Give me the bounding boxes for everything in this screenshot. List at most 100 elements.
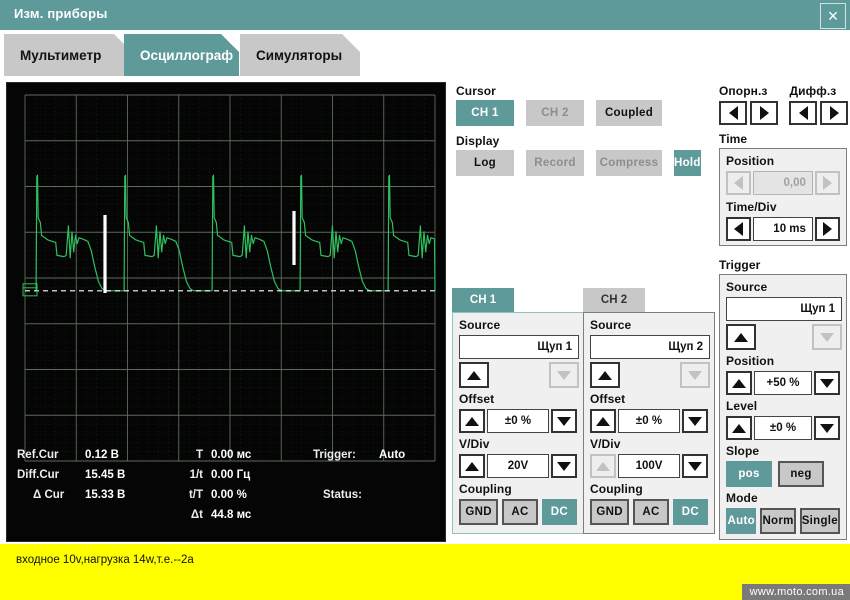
time-div-increment[interactable] [814,217,841,241]
channel-1-offset-down[interactable] [551,409,577,433]
channel-1-panel: CH 1 Source Щуп 1 Offset ±0 % V/Div 20V Couplin… [452,288,584,534]
channel-tab-label: CH 2 [600,294,628,306]
ref-next-button[interactable] [750,101,778,125]
trigger-slope-neg[interactable]: neg [778,461,824,487]
time-position-increment[interactable] [814,171,841,195]
trigger-position-up[interactable] [726,371,752,395]
display-button-log[interactable]: Log [456,150,514,176]
trigger-level-up[interactable] [726,416,752,440]
note-text: входное 10v,нагрузка 14w,т.е.--2a [16,554,194,566]
main-tab-bar: Мультиметр Осциллограф Симуляторы [0,30,850,80]
trigger-mode-auto[interactable]: Auto [726,508,757,534]
channel-2-panel: CH 2 Source Щуп 2 Offset ±0 % V/Div 100V Coupli… [583,288,715,534]
display-section: Display [456,134,499,148]
button-label: GND [596,506,623,518]
readout-time-label: 1/t [189,469,203,481]
trigger-position-value: +50 % [753,371,813,395]
trigger-level-down[interactable] [814,416,840,440]
diff-prev-button[interactable] [789,101,817,125]
trigger-slope-label: Slope [726,444,760,458]
cursor-button-ch-1[interactable]: CH 1 [456,100,514,126]
channel-2-coupling-label: Coupling [590,482,643,496]
channel-2-coupling-ac[interactable]: AC [633,499,669,525]
nav-arrows-section: Опорн.з Дифф.з [719,84,848,125]
trigger-section-label: Trigger [719,258,761,272]
channel-2-offset-value: ±0 % [618,409,680,433]
cursor-button-ch-2[interactable]: CH 2 [526,100,584,126]
trigger-slope-row: pos neg [726,461,840,487]
time-position-decrement[interactable] [726,171,752,195]
close-icon[interactable]: × [820,3,846,29]
ref-nav-label: Опорн.з [719,84,768,98]
tab-3[interactable]: Симуляторы [240,34,360,76]
channel-1-vdiv-up[interactable] [459,454,485,478]
readout-value: 15.45 В [85,469,126,481]
channel-1-source-down[interactable] [549,362,579,388]
button-label: GND [465,506,492,518]
channel-2-vdiv-down[interactable] [682,454,708,478]
readout-status-label: Status: [323,489,362,501]
note-bar: входное 10v,нагрузка 14w,т.е.--2a www.mo… [0,544,850,600]
diff-next-button[interactable] [820,101,848,125]
trigger-mode-single[interactable]: Single [799,508,840,534]
channel-2-offset-up[interactable] [590,409,616,433]
channel-2-vdiv-label: V/Div [590,437,621,451]
ref-prev-button[interactable] [719,101,747,125]
channel-1-offset-up[interactable] [459,409,485,433]
channel-1-vdiv-down[interactable] [551,454,577,478]
channel-1-coupling-dc[interactable]: DC [541,499,578,525]
readout-time-value: 0.00 Гц [211,469,251,481]
trigger-group: Source Щуп 1 Position +50 % Level ±0 % S… [719,274,847,540]
channel-1-body: Source Щуп 1 Offset ±0 % V/Div 20V Coupling GND… [452,312,584,534]
tab-label: Симуляторы [256,47,343,63]
readout-label: Ref.Cur [17,449,59,461]
channel-tab-label: CH 1 [469,294,497,306]
time-section-label-wrap: Time [719,132,747,146]
cursor-button-row: CH 1 CH 2 Coupled [456,100,662,126]
time-div-label: Time/Div [726,200,777,214]
display-button-record[interactable]: Record [526,150,584,176]
trigger-slope-pos[interactable]: pos [726,461,772,487]
tab-1[interactable]: Мультиметр [4,34,132,76]
button-label: CH 1 [471,107,499,119]
channel-1-coupling-ac[interactable]: AC [502,499,538,525]
button-label: Single [801,515,838,527]
display-button-hold[interactable]: Hold [674,150,701,176]
channel-1-coupling-gnd[interactable]: GND [459,499,499,525]
trigger-section-label-wrap: Trigger [719,258,760,272]
trigger-source-value: Щуп 1 [726,297,842,321]
oscilloscope-screen[interactable]: Ref.Cur 0.12 В Diff.Cur 15.45 В Δ Cur 15.33 В… [6,82,446,542]
trigger-source-up[interactable] [726,324,756,350]
display-button-compress[interactable]: Compress [596,150,662,176]
channel-2-body: Source Щуп 2 Offset ±0 % V/Div 100V Coupling GN… [583,312,715,534]
channel-2-source-value: Щуп 2 [590,335,710,359]
channel-2-vdiv-up[interactable] [590,454,616,478]
channel-2-source-up[interactable] [590,362,620,388]
tab-label: Осциллограф [140,47,234,63]
time-div-decrement[interactable] [726,217,752,241]
diff-nav-label: Дифф.з [789,84,837,98]
trigger-position-down[interactable] [814,371,840,395]
channel-2-tab[interactable]: CH 2 [583,288,645,312]
trigger-mode-norm[interactable]: Norm [760,508,796,534]
button-label: Auto [727,515,755,527]
button-label: Compress [599,157,659,169]
channel-1-tab[interactable]: CH 1 [452,288,514,312]
trigger-level-label: Level [726,399,758,413]
channel-2-coupling-gnd[interactable]: GND [590,499,630,525]
display-section-label: Display [456,134,500,148]
trigger-source-down[interactable] [812,324,842,350]
readout-label: Δ Cur [33,489,65,501]
button-label: AC [642,506,660,518]
trigger-source-label: Source [726,280,768,294]
cursor-button-coupled[interactable]: Coupled [596,100,662,126]
channel-1-offset-label: Offset [459,392,495,406]
channel-2-source-down[interactable] [680,362,710,388]
channel-2-offset-down[interactable] [682,409,708,433]
tab-2[interactable]: Осциллограф [124,34,239,76]
readout-time-label: T [195,449,203,461]
channel-2-coupling-dc[interactable]: DC [672,499,709,525]
readout-value: 15.33 В [85,489,126,501]
button-label: Hold [674,157,701,169]
channel-1-source-up[interactable] [459,362,489,388]
